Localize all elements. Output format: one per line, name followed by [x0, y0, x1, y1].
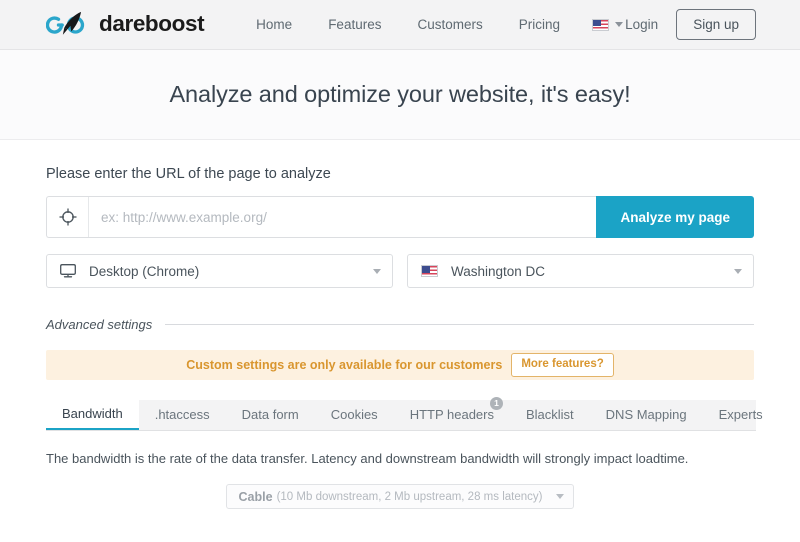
language-selector[interactable]: [592, 18, 623, 31]
nav-link-home[interactable]: Home: [238, 0, 310, 50]
bandwidth-select-detail: (10 Mb downstream, 2 Mb upstream, 28 ms …: [276, 490, 543, 503]
brand-name-text: dareboost: [99, 11, 205, 37]
desktop-monitor-icon: [60, 264, 76, 278]
tab-label: Experts: [718, 407, 763, 422]
page-title: Analyze and optimize your website, it's …: [169, 81, 631, 107]
analyze-my-page-button[interactable]: Analyze my page: [596, 196, 754, 238]
nav-link-customers[interactable]: Customers: [399, 0, 500, 50]
tab-label: .htaccess: [154, 407, 210, 422]
us-flag-icon: [592, 18, 609, 31]
advanced-settings-tabs: Bandwidth .htaccess Data form Cookies HT…: [46, 397, 763, 431]
bandwidth-select[interactable]: Cable (10 Mb downstream, 2 Mb upstream, …: [225, 484, 575, 509]
tab-http-headers[interactable]: HTTP headers 1: [394, 397, 510, 430]
advanced-settings-header: Advanced settings: [46, 317, 754, 332]
device-select-value: Desktop (Chrome): [89, 263, 200, 279]
dareboost-rocket-logo-icon: [45, 11, 90, 39]
tab-htaccess[interactable]: .htaccess: [139, 399, 226, 430]
hero-section: Analyze and optimize your website, it's …: [0, 50, 800, 140]
main-content: Please enter the URL of the page to anal…: [0, 140, 800, 509]
tab-blacklist[interactable]: Blacklist: [510, 399, 590, 430]
tab-label: Cookies: [330, 407, 378, 422]
chevron-down-icon: [615, 22, 623, 27]
bandwidth-select-wrapper: Cable (10 Mb downstream, 2 Mb upstream, …: [46, 484, 754, 509]
advanced-settings-title: Advanced settings: [46, 317, 153, 332]
url-input[interactable]: [89, 197, 597, 237]
signup-button[interactable]: Sign up: [676, 8, 756, 41]
bandwidth-select-name: Cable: [238, 489, 273, 504]
us-flag-icon: [421, 265, 438, 277]
tab-bandwidth[interactable]: Bandwidth: [46, 398, 139, 430]
tab-cookies[interactable]: Cookies: [315, 399, 394, 430]
more-features-button[interactable]: More features?: [511, 353, 614, 377]
bandwidth-description: The bandwidth is the rate of the data tr…: [46, 451, 689, 466]
brand-logo-link[interactable]: dareboost: [45, 11, 205, 39]
location-select-value: Washington DC: [451, 263, 546, 279]
device-select[interactable]: Desktop (Chrome): [46, 254, 393, 288]
nav-link-features[interactable]: Features: [310, 0, 399, 50]
tab-badge-count: 1: [489, 397, 503, 410]
tab-dns-mapping[interactable]: DNS Mapping: [590, 399, 703, 430]
chevron-down-icon: [734, 268, 742, 274]
tab-label: DNS Mapping: [605, 407, 687, 422]
tab-label: Blacklist: [525, 407, 574, 422]
tab-experts[interactable]: Experts: [703, 399, 779, 430]
nav-right-group: Login Sign up: [625, 8, 756, 41]
nav-link-pricing[interactable]: Pricing: [501, 0, 578, 50]
url-form-label: Please enter the URL of the page to anal…: [46, 166, 331, 182]
url-field-wrapper: [46, 196, 597, 238]
tab-label: HTTP headers: [409, 407, 494, 422]
top-navbar: dareboost Home Features Customers Pricin…: [0, 0, 800, 50]
tab-data-form[interactable]: Data form: [226, 399, 315, 430]
tab-label: Bandwidth: [62, 406, 123, 421]
customers-only-notice: Custom settings are only available for o…: [46, 350, 754, 380]
notice-message: Custom settings are only available for o…: [186, 358, 503, 372]
chevron-down-icon: [373, 268, 381, 274]
chevron-down-icon: [556, 494, 565, 499]
login-link[interactable]: Login: [625, 17, 658, 32]
primary-nav: Home Features Customers Pricing: [238, 0, 623, 50]
crosshair-target-icon: [47, 197, 89, 237]
advanced-settings-divider: [165, 324, 754, 325]
url-input-row: Analyze my page: [46, 196, 754, 238]
location-select[interactable]: Washington DC: [407, 254, 754, 288]
options-select-row: Desktop (Chrome) Washington DC: [46, 254, 754, 288]
tab-label: Data form: [241, 407, 299, 422]
